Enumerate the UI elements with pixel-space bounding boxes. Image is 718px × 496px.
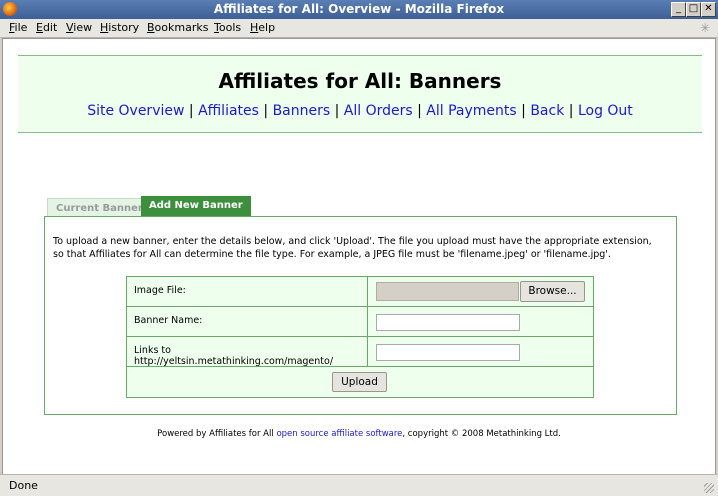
nav-separator: | (568, 103, 574, 119)
footer-prefix: Powered by Affiliates for All (157, 429, 277, 439)
links-to-label: Links to http://yeltsin.metathinking.com… (134, 345, 334, 367)
footer-link[interactable]: open source affiliate software (276, 429, 402, 439)
minimize-button[interactable]: _ (671, 2, 686, 17)
nav-banners[interactable]: Banners (273, 103, 331, 119)
nav-log-out[interactable]: Log Out (578, 103, 633, 119)
menu-help[interactable]: Help (250, 21, 275, 34)
menu-bookmarks[interactable]: Bookmarks (147, 21, 208, 34)
nav-separator: | (521, 103, 526, 119)
form-row-image-file: Image File: Browse... (127, 277, 593, 307)
menu-view[interactable]: View (66, 21, 92, 34)
banner-form: Image File: Browse... Banner Name: Links… (126, 276, 594, 398)
close-button[interactable]: ✕ (701, 2, 716, 17)
image-file-input[interactable] (376, 282, 519, 301)
nav-separator: | (263, 103, 269, 119)
window-title: Affiliates for All: Overview - Mozilla F… (213, 2, 505, 16)
menu-history[interactable]: History (100, 21, 139, 34)
menu-file[interactable]: File (9, 21, 27, 34)
links-to-input[interactable] (376, 344, 520, 361)
nav-links: Site Overview | Affiliates | Banners | A… (18, 103, 702, 119)
menu-edit[interactable]: Edit (36, 21, 57, 34)
status-text: Done (9, 479, 38, 492)
footer-suffix: , copyright © 2008 Metathinking Ltd. (402, 429, 561, 439)
tab-add-new-banner[interactable]: Add New Banner (141, 196, 251, 216)
nav-separator: | (417, 103, 422, 119)
throbber-icon: ✳ (700, 21, 711, 35)
nav-back[interactable]: Back (530, 103, 564, 119)
page-header: Affiliates for All: Banners Site Overvie… (18, 55, 702, 133)
banner-name-input[interactable] (376, 314, 520, 331)
menu-bar: File Edit View History Bookmarks Tools H… (0, 19, 718, 38)
window-titlebar: Affiliates for All: Overview - Mozilla F… (0, 0, 718, 19)
maximize-button[interactable]: □ (686, 2, 701, 17)
image-file-label: Image File: (134, 285, 186, 296)
page-content: Affiliates for All: Banners Site Overvie… (2, 38, 716, 475)
nav-separator: | (334, 103, 340, 119)
menu-tools[interactable]: Tools (214, 21, 241, 34)
page-title: Affiliates for All: Banners (218, 69, 502, 93)
nav-affiliates[interactable]: Affiliates (198, 103, 259, 119)
browse-button[interactable]: Browse... (520, 281, 585, 302)
upload-button[interactable]: Upload (332, 372, 387, 392)
status-bar: Done (0, 474, 718, 496)
form-row-links-to: Links to http://yeltsin.metathinking.com… (127, 337, 593, 367)
nav-separator: | (188, 103, 194, 119)
banner-name-label: Banner Name: (134, 315, 203, 326)
instructions-text: To upload a new banner, enter the detail… (53, 236, 652, 260)
nav-all-payments[interactable]: All Payments (426, 103, 516, 119)
nav-site-overview[interactable]: Site Overview (87, 103, 184, 119)
form-row-banner-name: Banner Name: (127, 307, 593, 337)
page-footer: Powered by Affiliates for All open sourc… (3, 429, 715, 439)
nav-all-orders[interactable]: All Orders (344, 103, 413, 119)
resize-grip-icon[interactable] (704, 483, 714, 493)
add-banner-panel: To upload a new banner, enter the detail… (44, 216, 677, 415)
